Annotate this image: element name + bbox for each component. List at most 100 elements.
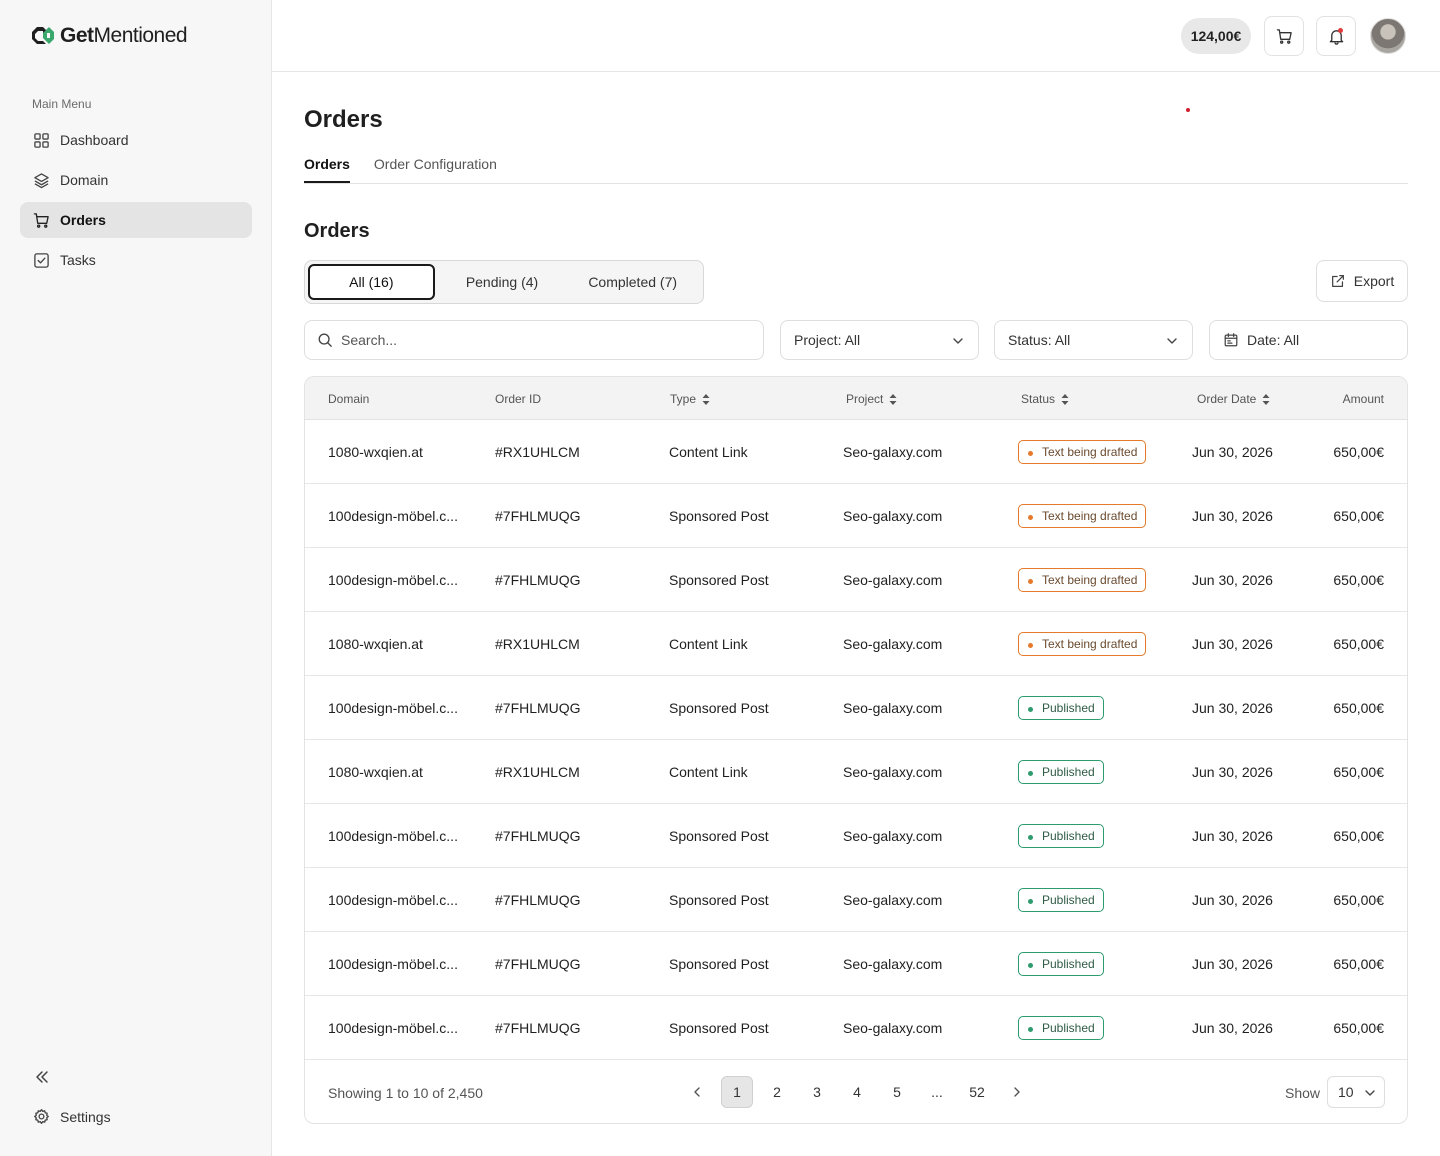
- sort-icon: [1061, 393, 1069, 405]
- cell-domain: 100design-möbel.c...: [328, 956, 458, 972]
- table-row[interactable]: 100design-möbel.c... #7FHLMUQG Sponsored P…: [305, 484, 1407, 548]
- cell-order-date: Jun 30, 2026: [1192, 1020, 1273, 1036]
- segment-completed[interactable]: Completed (7): [569, 264, 696, 300]
- table-row[interactable]: 100design-möbel.c... #7FHLMUQG Sponsored P…: [305, 804, 1407, 868]
- page-button-3[interactable]: 3: [801, 1076, 833, 1108]
- table-footer: Showing 1 to 10 of 2,450 1 2 3 4 5 ... 5…: [305, 1061, 1407, 1123]
- logo[interactable]: GetMentioned: [30, 24, 188, 48]
- cell-order-date: Jun 30, 2026: [1192, 764, 1273, 780]
- status-filter-select[interactable]: Status: All: [994, 320, 1193, 360]
- project-filter-value: Project: All: [794, 332, 861, 348]
- status-filter-value: Status: All: [1008, 332, 1071, 348]
- sort-icon: [1262, 393, 1270, 405]
- cell-amount: 650,00€: [1333, 1020, 1384, 1036]
- cell-project: Seo-galaxy.com: [843, 828, 943, 844]
- cell-domain: 100design-möbel.c...: [328, 1020, 458, 1036]
- chevron-left-icon: [694, 1087, 700, 1097]
- orders-table: Domain Order ID Type Project Status Orde…: [304, 376, 1408, 1124]
- prev-page-button[interactable]: [681, 1076, 713, 1108]
- date-filter-select[interactable]: Date: All: [1209, 320, 1408, 360]
- page-button-5[interactable]: 5: [881, 1076, 913, 1108]
- status-badge: Published: [1018, 888, 1104, 912]
- cell-type: Content Link: [669, 764, 748, 780]
- cell-type: Content Link: [669, 636, 748, 652]
- cell-order-date: Jun 30, 2026: [1192, 572, 1273, 588]
- cell-amount: 650,00€: [1333, 956, 1384, 972]
- collapse-sidebar-button[interactable]: [33, 1068, 51, 1086]
- page-button-2[interactable]: 2: [761, 1076, 793, 1108]
- cell-order-id: #7FHLMUQG: [495, 1020, 581, 1036]
- table-row[interactable]: 1080-wxqien.at #RX1UHLCM Content Link Seo-g…: [305, 612, 1407, 676]
- cell-type: Sponsored Post: [669, 508, 769, 524]
- sidebar-item-label: Dashboard: [60, 132, 129, 148]
- chevron-down-icon: [1167, 338, 1177, 344]
- cell-amount: 650,00€: [1333, 444, 1384, 460]
- cell-order-date: Jun 30, 2026: [1192, 700, 1273, 716]
- table-row[interactable]: 100design-möbel.c... #7FHLMUQG Sponsored P…: [305, 996, 1407, 1060]
- cell-type: Sponsored Post: [669, 956, 769, 972]
- sidebar-item-dashboard[interactable]: Dashboard: [20, 122, 252, 158]
- cart-button[interactable]: [1264, 16, 1304, 56]
- cell-order-id: #RX1UHLCM: [495, 764, 580, 780]
- search-input[interactable]: [341, 332, 741, 348]
- chevrons-left-icon: [36, 1071, 48, 1083]
- export-label: Export: [1353, 273, 1395, 289]
- column-header-project[interactable]: Project: [846, 392, 897, 406]
- avatar[interactable]: [1370, 18, 1406, 54]
- page-button-4[interactable]: 4: [841, 1076, 873, 1108]
- page-size-select[interactable]: 10: [1327, 1076, 1385, 1108]
- gear-icon: [34, 1109, 49, 1124]
- settings-link[interactable]: Settings: [33, 1108, 111, 1125]
- page-tabs: Orders Order Configuration: [304, 156, 1408, 184]
- table-row[interactable]: 100design-möbel.c... #7FHLMUQG Sponsored P…: [305, 932, 1407, 996]
- project-filter-select[interactable]: Project: All: [780, 320, 979, 360]
- cell-domain: 100design-möbel.c...: [328, 892, 458, 908]
- cell-order-date: Jun 30, 2026: [1192, 508, 1273, 524]
- cell-order-date: Jun 30, 2026: [1192, 636, 1273, 652]
- logo-icon: [32, 27, 54, 44]
- tab-order-configuration[interactable]: Order Configuration: [374, 156, 497, 183]
- export-button[interactable]: Export: [1316, 260, 1408, 302]
- cell-type: Sponsored Post: [669, 1020, 769, 1036]
- next-page-button[interactable]: [1001, 1076, 1033, 1108]
- cell-project: Seo-galaxy.com: [843, 1020, 943, 1036]
- status-badge: Text being drafted: [1018, 632, 1147, 656]
- sidebar-item-domain[interactable]: Domain: [20, 162, 252, 198]
- cell-project: Seo-galaxy.com: [843, 764, 943, 780]
- cell-project: Seo-galaxy.com: [843, 700, 943, 716]
- cell-type: Sponsored Post: [669, 892, 769, 908]
- page-button-52[interactable]: 52: [961, 1076, 993, 1108]
- table-row[interactable]: 1080-wxqien.at #RX1UHLCM Content Link Seo-g…: [305, 740, 1407, 804]
- chevron-right-icon: [1014, 1087, 1020, 1097]
- column-header-order-date[interactable]: Order Date: [1197, 392, 1270, 406]
- cell-amount: 650,00€: [1333, 572, 1384, 588]
- table-row[interactable]: 1080-wxqien.at #RX1UHLCM Content Link Seo-g…: [305, 420, 1407, 484]
- cart-icon: [33, 212, 49, 228]
- status-badge: Text being drafted: [1018, 504, 1147, 528]
- column-header-amount: Amount: [1342, 392, 1384, 406]
- sidebar-item-orders[interactable]: Orders: [20, 202, 252, 238]
- tab-orders[interactable]: Orders: [304, 156, 350, 183]
- table-row[interactable]: 100design-möbel.c... #7FHLMUQG Sponsored P…: [305, 676, 1407, 740]
- segment-all[interactable]: All (16): [308, 264, 435, 300]
- status-segment-control: All (16) Pending (4) Completed (7): [304, 260, 704, 304]
- balance-badge[interactable]: 124,00€: [1181, 18, 1251, 54]
- page-button-1[interactable]: 1: [721, 1076, 753, 1108]
- sort-icon: [702, 393, 710, 405]
- table-row[interactable]: 100design-möbel.c... #7FHLMUQG Sponsored P…: [305, 868, 1407, 932]
- segment-pending[interactable]: Pending (4): [439, 264, 566, 300]
- grid-icon: [34, 132, 49, 148]
- chevron-down-icon: [953, 338, 963, 344]
- main-nav: Dashboard Domain Orders Tasks: [20, 122, 252, 282]
- column-header-status[interactable]: Status: [1021, 392, 1069, 406]
- sidebar-item-tasks[interactable]: Tasks: [20, 242, 252, 278]
- page-title: Orders: [304, 106, 383, 133]
- sidebar-item-label: Domain: [60, 172, 109, 188]
- column-header-type[interactable]: Type: [670, 392, 710, 406]
- cell-domain: 1080-wxqien.at: [328, 444, 423, 460]
- notifications-button[interactable]: [1316, 16, 1356, 56]
- cell-type: Content Link: [669, 444, 748, 460]
- table-body: 1080-wxqien.at #RX1UHLCM Content Link Seo-g…: [305, 420, 1407, 1060]
- table-row[interactable]: 100design-möbel.c... #7FHLMUQG Sponsored P…: [305, 548, 1407, 612]
- external-link-icon: [1331, 275, 1344, 287]
